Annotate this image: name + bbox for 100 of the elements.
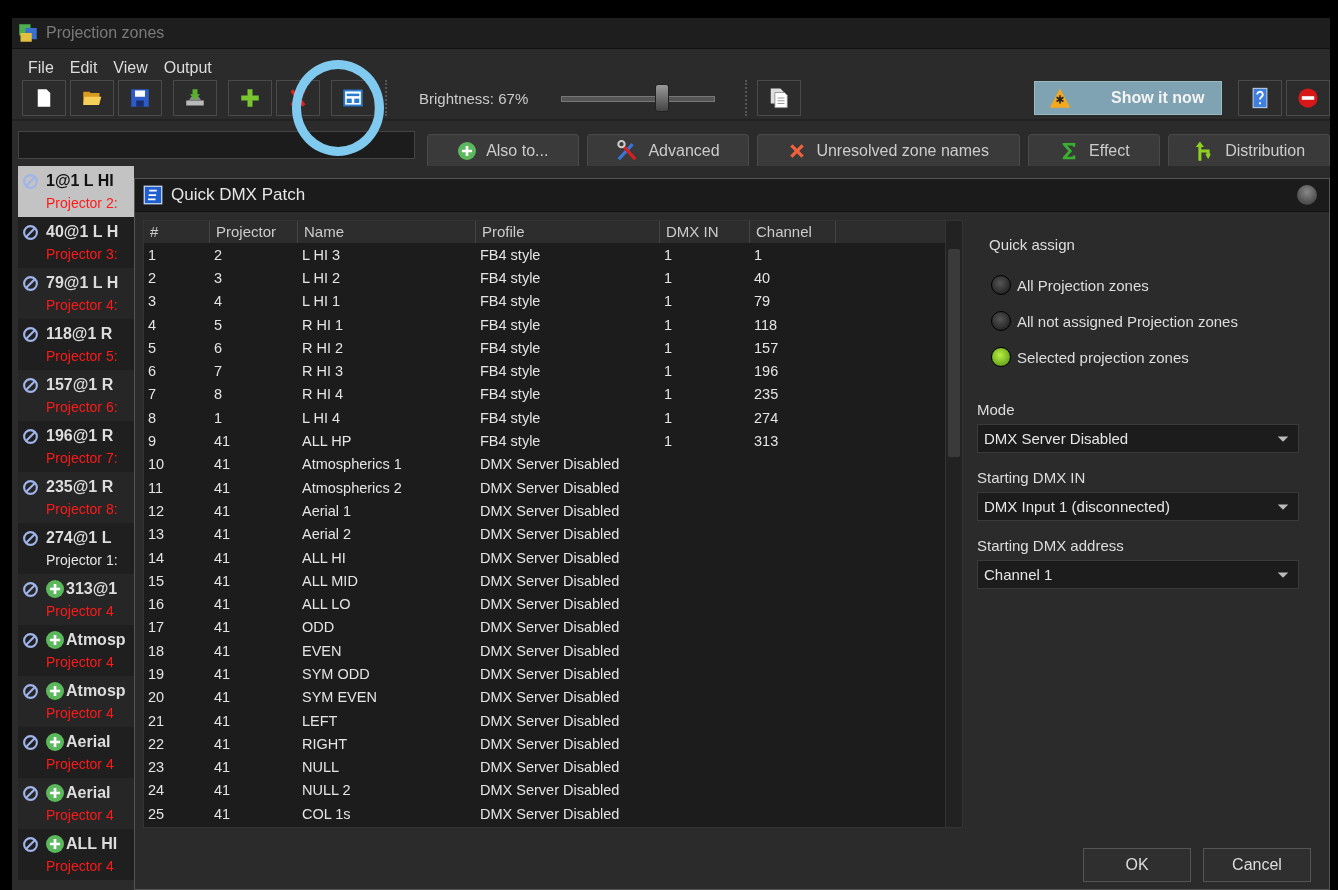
layout-button[interactable]: [331, 80, 375, 116]
new-button[interactable]: [22, 80, 66, 116]
toolbar-tab[interactable]: Distribution: [1168, 134, 1330, 166]
table-cell-text: 21: [147, 712, 166, 729]
menu-item[interactable]: Output: [155, 59, 220, 77]
dropdown[interactable]: DMX Input 1 (disconnected): [977, 492, 1299, 521]
zone-list-item[interactable]: 157@1 R Projector 6:: [18, 370, 134, 421]
dropdown[interactable]: Channel 1: [977, 560, 1299, 589]
table-cell-text: 18: [147, 642, 166, 659]
toolbar-tab[interactable]: Also to...: [427, 134, 580, 166]
radio-label: Selected projection zones: [1017, 348, 1189, 366]
save-button[interactable]: [118, 80, 162, 116]
table-cell-text: ALL LO: [301, 596, 352, 613]
table-cell-text: 8: [147, 409, 158, 426]
zone-list-item[interactable]: Aerial Projector 4: [18, 727, 134, 778]
window-layout-icon: [343, 88, 363, 108]
table-cell-text: 41: [213, 502, 232, 519]
zone-projector-label: Projector 4: [46, 756, 115, 772]
table-cell-text: 1: [663, 269, 674, 286]
zone-list-item[interactable]: 313@1 Projector 4: [18, 574, 134, 625]
help-book-icon: [1249, 87, 1271, 109]
open-button[interactable]: [70, 80, 114, 116]
prohibited-icon: [22, 580, 39, 598]
menu-item[interactable]: View: [105, 59, 156, 77]
table-cell-text: 41: [213, 666, 232, 682]
table-cell-text: R HI 4: [301, 386, 345, 403]
zone-projector-label: Projector 4:: [46, 297, 119, 313]
column-header[interactable]: DMX IN: [660, 221, 750, 243]
zone-list-item[interactable]: Atmosp Projector 4: [18, 625, 134, 676]
zone-list-item[interactable]: 196@1 R Projector 7:: [18, 421, 134, 472]
radio-button[interactable]: [991, 275, 1011, 295]
stop-button[interactable]: [1286, 80, 1330, 116]
table-cell-text: FB4 style: [479, 269, 542, 286]
zone-list-item[interactable]: ALL HI Projector 4: [18, 829, 134, 880]
table-cell-text: 41: [213, 479, 232, 496]
dialog-button[interactable]: Cancel: [1203, 848, 1311, 882]
table-cell-text: RIGHT: [301, 735, 349, 752]
add-button[interactable]: [228, 80, 272, 116]
column-header[interactable]: Projector: [210, 221, 298, 243]
menu-item[interactable]: Edit: [61, 59, 106, 77]
zone-list-item[interactable]: Atmosp Projector 4: [18, 676, 134, 727]
prohibited-icon: [22, 784, 39, 802]
dropdown[interactable]: DMX Server Disabled: [977, 424, 1299, 453]
field-label: Starting DMX IN: [977, 469, 1087, 486]
zone-list-item[interactable]: 1@1 L HI Projector 2:: [18, 166, 134, 217]
table-cell-text: 13: [147, 526, 166, 543]
table-cell-text: 5: [147, 339, 158, 356]
zone-list-item[interactable]: 79@1 L H Projector 4:: [18, 268, 134, 319]
tools-icon: [616, 139, 639, 162]
table-cell-text: 313: [753, 433, 780, 449]
table-cell-text: 5: [213, 316, 224, 333]
copy-button[interactable]: [757, 80, 801, 116]
zone-list-item[interactable]: Aerial Projector 4: [18, 778, 134, 829]
stop-icon: [1297, 87, 1319, 109]
radio-button[interactable]: [991, 311, 1011, 331]
table-cell-text: 1: [663, 339, 674, 356]
table-cell-text: LEFT: [301, 712, 339, 729]
table-cell-text: FB4 style: [479, 246, 542, 263]
column-header[interactable]: #: [144, 221, 210, 243]
table-cell-text: Atmospherics 1: [301, 456, 403, 473]
prohibited-icon: [22, 835, 39, 853]
radio-button[interactable]: [991, 347, 1011, 367]
table-cell-text: 235: [753, 386, 780, 403]
table-cell-text: Aerial 2: [301, 526, 353, 543]
table-cell-text: Atmospherics 2: [301, 479, 403, 496]
zone-projector-label: Projector 4: [46, 654, 115, 670]
toolbar-tab[interactable]: Advanced: [587, 134, 749, 166]
prohibited-icon: [22, 529, 39, 547]
dialog-button[interactable]: OK: [1083, 848, 1191, 882]
warning-icon: [1049, 87, 1071, 109]
field-label: Mode: [977, 401, 1016, 418]
zone-list-item[interactable]: 274@1 L Projector 1:: [18, 523, 134, 574]
prohibited-icon: [22, 427, 39, 445]
table-cell-text: 10: [147, 456, 166, 473]
table-cell-text: DMX Server Disabled: [479, 735, 621, 752]
column-header[interactable]: Profile: [476, 221, 660, 243]
dialog-title: Quick DMX Patch: [171, 185, 307, 205]
plus-circle-icon: [458, 141, 477, 160]
search-field[interactable]: [18, 131, 416, 159]
zone-projector-label: Projector 4: [46, 858, 115, 874]
zone-list-item[interactable]: 235@1 R Projector 8:: [18, 472, 134, 523]
menu-item[interactable]: File: [20, 59, 62, 77]
table-cell-text: DMX Server Disabled: [479, 502, 621, 519]
import-button[interactable]: [173, 80, 217, 116]
table-cell-text: L HI 2: [301, 269, 342, 286]
cross-icon: [788, 141, 807, 160]
table-cell-text: 1: [663, 386, 674, 403]
zone-list-item[interactable]: 40@1 L H Projector 3:: [18, 217, 134, 268]
table-cell-text: L HI 4: [301, 409, 342, 426]
round-title-button[interactable]: [1297, 185, 1317, 205]
radio-label: All Projection zones: [1017, 276, 1149, 294]
slider-thumb[interactable]: [655, 84, 670, 112]
column-header[interactable]: Channel: [750, 221, 836, 243]
toolbar-tab[interactable]: Unresolved zone names: [756, 134, 1021, 166]
scrollbar[interactable]: [945, 221, 962, 827]
toolbar-tab[interactable]: Effect: [1028, 134, 1161, 166]
help-button[interactable]: [1238, 80, 1282, 116]
table-cell-text: 118: [753, 316, 779, 333]
column-header[interactable]: Name: [298, 221, 476, 243]
zone-list-item[interactable]: 118@1 R Projector 5:: [18, 319, 134, 370]
